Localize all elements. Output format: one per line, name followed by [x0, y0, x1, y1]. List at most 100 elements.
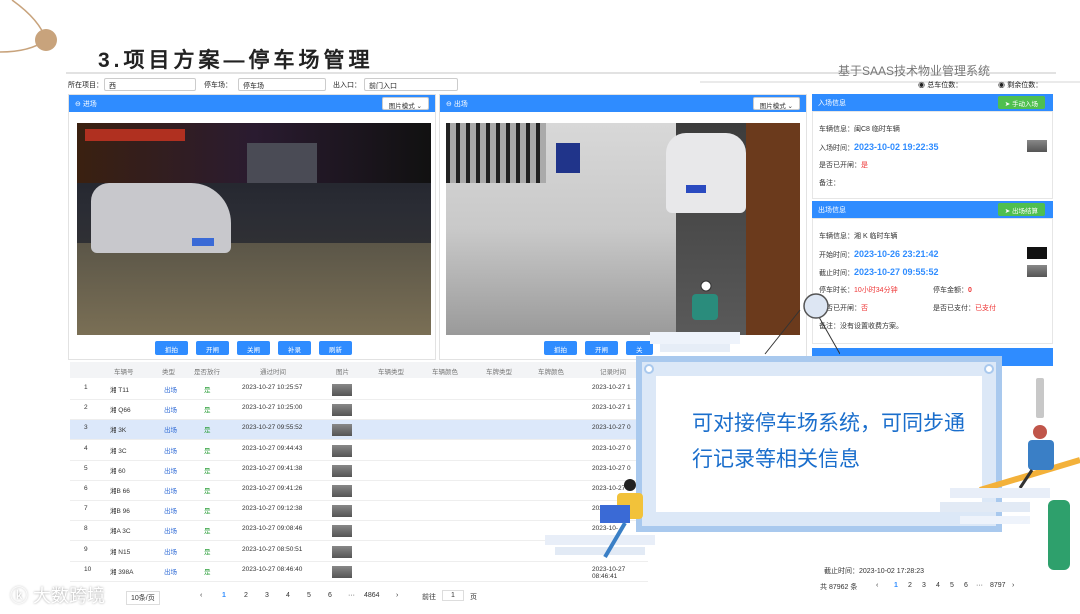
- callout-pin-icon: [984, 364, 994, 374]
- entry-action-buttons: 抓拍 开闸 关闸 补录 刷新: [155, 341, 360, 355]
- side-panel: 入场信息 ➤ 手动入场: [812, 94, 1053, 111]
- slide-subtitle: 基于SAAS技术物业管理系统: [838, 64, 991, 78]
- row-plate: 湘B 66: [110, 488, 130, 495]
- entry-info-card: 车辆信息：闽C8 临时车辆 入场时间：2023-10-02 19:22:35 是…: [812, 111, 1053, 199]
- row-thumbnail[interactable]: [332, 565, 352, 578]
- entry-mode-select[interactable]: 图片模式 ⌄: [381, 97, 429, 110]
- table-row[interactable]: 1 湘 T11 出场 是 2023-10-27 10:25:57 2023-10-27 1: [70, 380, 648, 400]
- row-time: 2023-10-27 09:08:46: [242, 525, 303, 533]
- entry-refresh-button[interactable]: 刷新: [319, 341, 352, 355]
- table-row[interactable]: 2 湘 Q66 出场 是 2023-10-27 10:25:00 2023-10-27 1: [70, 400, 648, 421]
- row-time: 2023-10-27 09:41:26: [242, 485, 303, 492]
- row-index: 7: [84, 505, 88, 513]
- exit-toggle-icon[interactable]: ⊖: [446, 101, 454, 108]
- page-3[interactable]: 3: [265, 592, 269, 599]
- page-last[interactable]: 4864: [364, 592, 380, 599]
- record-table-header: 车辆号 类型 是否放行 通过时间 图片 车辆类型 车辆颜色 车牌类型 车牌颜色 …: [70, 362, 648, 378]
- row-time: 2023-10-27 09:44:43: [242, 444, 303, 452]
- row-plate: 湘 N15: [110, 548, 131, 556]
- page-1[interactable]: 1: [222, 592, 226, 599]
- entry-vehicle-value: 闽C8 临时车辆: [854, 126, 900, 133]
- page-size-select[interactable]: 10条/页: [126, 591, 160, 605]
- row-pass: 是: [204, 508, 211, 516]
- row-record-time: 2023-10-27 08:46:41: [592, 565, 626, 580]
- entry-time-value: 2023-10-02 19:22:35: [854, 142, 939, 152]
- exit-paid-value: 已支付: [975, 305, 996, 312]
- row-time: 2023-10-27 09:12:38: [242, 505, 303, 513]
- row-plate: 湘 3C: [110, 447, 127, 455]
- total-spaces-icon: ◉: [918, 80, 928, 89]
- row-thumbnail[interactable]: [332, 444, 352, 457]
- row-plate: 湘 60: [110, 467, 126, 475]
- table-row[interactable]: 4 湘 3C 出场 是 2023-10-27 09:44:43 2023-10-27 0: [70, 441, 648, 461]
- row-type: 出场: [164, 447, 177, 455]
- row-index: 8: [84, 525, 88, 533]
- side-page-3[interactable]: 3: [922, 582, 926, 589]
- row-plate: 湘B 96: [110, 508, 130, 516]
- gate-label: 出入口：: [333, 82, 361, 89]
- row-thumbnail[interactable]: [332, 404, 352, 417]
- row-thumbnail[interactable]: [332, 485, 352, 497]
- row-thumbnail[interactable]: [332, 545, 352, 558]
- row-thumbnail[interactable]: [332, 424, 352, 437]
- row-pass: 是: [204, 387, 211, 394]
- person-pencil-illustration: [940, 425, 1080, 570]
- exit-settle-button[interactable]: ➤ 出场结算: [997, 203, 1045, 216]
- entry-open-gate-button[interactable]: 开闸: [196, 341, 229, 355]
- row-thumbnail[interactable]: [332, 384, 352, 396]
- manual-entry-button[interactable]: ➤ 手动入场: [997, 96, 1045, 109]
- exit-fee-value: 0: [968, 287, 972, 294]
- lot-select[interactable]: 停车场: [238, 78, 326, 91]
- row-thumbnail[interactable]: [332, 464, 352, 477]
- exit-mode-select[interactable]: 图片模式 ⌄: [752, 97, 800, 110]
- row-pass: 是: [204, 467, 211, 475]
- pager-prev[interactable]: ‹: [200, 592, 202, 599]
- slide-title: 3.项目方案—停车场管理: [98, 49, 374, 72]
- exit-thumbnail-1[interactable]: [1027, 247, 1047, 259]
- side-last-time: 截止时间：2023-10-02 17:28:23: [824, 568, 924, 575]
- exit-thumbnail-2[interactable]: [1027, 265, 1047, 277]
- entry-close-gate-button[interactable]: 关闸: [237, 341, 270, 355]
- col-pass: 是否放行: [194, 369, 220, 376]
- goto-page-input[interactable]: 1: [442, 590, 464, 601]
- side-page-2[interactable]: 2: [908, 582, 912, 589]
- page-2[interactable]: 2: [244, 592, 248, 599]
- page-5[interactable]: 5: [307, 592, 311, 599]
- row-type: 出场: [164, 508, 177, 516]
- pager-next[interactable]: ›: [396, 592, 398, 599]
- row-index: 3: [84, 424, 88, 432]
- entry-thumbnail[interactable]: [1027, 140, 1047, 152]
- page-4[interactable]: 4: [286, 592, 290, 599]
- row-type: 出场: [164, 387, 177, 394]
- project-select[interactable]: 西: [104, 78, 196, 91]
- entry-toggle-icon[interactable]: ⊖: [75, 101, 83, 108]
- exit-capture-button[interactable]: 抓拍: [544, 341, 577, 355]
- exit-info-card: 车辆信息：湘 K 临时车辆 开始时间：2023-10-26 23:21:42 截…: [812, 218, 1053, 344]
- pager-ellipsis: ···: [348, 592, 355, 599]
- row-thumbnail[interactable]: [332, 525, 352, 538]
- entry-capture-button[interactable]: 抓拍: [155, 341, 188, 355]
- row-pass: 是: [204, 568, 211, 576]
- row-pass: 是: [204, 548, 211, 556]
- row-type: 出场: [164, 528, 177, 536]
- exit-info-header: 出场信息 ➤ 出场结算: [812, 201, 1053, 218]
- row-index: 9: [84, 545, 88, 553]
- row-time: 2023-10-27 09:41:38: [242, 464, 303, 472]
- row-index: 1: [84, 384, 88, 391]
- row-plate: 湘 3K: [110, 427, 127, 435]
- entry-supplement-button[interactable]: 补录: [278, 341, 311, 355]
- gate-select[interactable]: 前门入口: [364, 78, 458, 91]
- side-pager-prev[interactable]: ‹: [876, 582, 878, 589]
- person-laptop-illustration: [650, 280, 840, 355]
- side-page-1[interactable]: 1: [894, 582, 898, 589]
- callout-inner: 可对接停车场系统，可同步通行记录等相关信息: [656, 376, 982, 512]
- table-row[interactable]: 3 湘 3K 出场 是 2023-10-27 09:55:52 2023-10-27 0: [70, 420, 648, 441]
- callout-pin-icon: [644, 364, 654, 374]
- row-pass: 是: [204, 528, 211, 536]
- row-thumbnail[interactable]: [332, 505, 352, 518]
- exit-info-section: 出场信息 ➤ 出场结算: [812, 201, 1053, 218]
- table-pager: 10条/页 ‹ 1 2 3 4 5 6 ··· 4864 › 前往 1 页: [70, 588, 648, 605]
- goto-unit: 页: [470, 594, 477, 601]
- exit-open-gate-button[interactable]: 开闸: [585, 341, 618, 355]
- page-6[interactable]: 6: [328, 592, 332, 599]
